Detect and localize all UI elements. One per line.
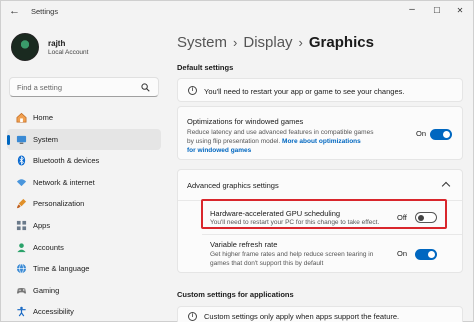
wifi-icon <box>16 179 27 186</box>
sidebar-item-label: Time & language <box>33 264 90 274</box>
bluetooth-icon <box>17 155 26 166</box>
breadcrumb: System › Display › Graphics <box>177 34 374 51</box>
windowed-games-state: On <box>416 129 427 138</box>
breadcrumb-display[interactable]: Display <box>243 34 292 51</box>
sidebar-item-personalization[interactable]: Personalization <box>7 193 161 215</box>
windowed-games-toggle[interactable] <box>430 129 452 140</box>
close-icon[interactable]: ✕ <box>453 6 467 15</box>
vrr-description: Get higher frame rates and help reduce s… <box>210 250 400 268</box>
custom-settings-notice: i Custom settings only apply when apps s… <box>177 306 463 322</box>
windowed-games-card: Optimizations for windowed games Reduce … <box>177 106 463 160</box>
windowed-games-desc-line2: by using flip presentation model. <box>187 138 281 145</box>
sidebar-nav: Home System Bluetooth & devices Network … <box>7 107 161 322</box>
sidebar-item-network[interactable]: Network & internet <box>7 172 161 194</box>
default-settings-heading: Default settings <box>177 63 234 72</box>
maximize-icon[interactable]: ☐ <box>430 6 444 15</box>
more-about-optimizations-link[interactable]: More about optimizations <box>282 138 361 145</box>
highlight-annotation <box>201 199 447 229</box>
custom-settings-notice-text: Custom settings only apply when apps sup… <box>204 312 400 321</box>
search-icon[interactable] <box>141 83 150 92</box>
sidebar-item-label: Gaming <box>33 285 60 295</box>
chevron-up-icon[interactable] <box>441 181 451 191</box>
divider <box>202 234 462 235</box>
sidebar-item-label: Accounts <box>33 242 64 252</box>
sidebar-item-gaming[interactable]: Gaming <box>7 280 161 302</box>
windowed-games-title: Optimizations for windowed games <box>187 117 304 126</box>
brush-icon <box>16 199 27 209</box>
sidebar-item-accounts[interactable]: Accounts <box>7 237 161 259</box>
info-icon: i <box>188 86 197 95</box>
vrr-state: On <box>397 249 408 258</box>
person-icon <box>17 242 26 252</box>
user-name: rajth <box>48 39 66 48</box>
breadcrumb-separator: › <box>298 35 303 50</box>
sidebar-item-bluetooth[interactable]: Bluetooth & devices <box>7 150 161 172</box>
account-type: Local Account <box>48 49 89 56</box>
back-arrow-icon[interactable]: ← <box>9 5 20 17</box>
sidebar-item-label: Apps <box>33 220 51 230</box>
breadcrumb-separator: › <box>233 35 238 50</box>
custom-settings-heading: Custom settings for applications <box>177 290 294 299</box>
search-input[interactable]: Find a setting <box>9 77 159 97</box>
vrr-desc-line1: Get higher frame rates and help reduce s… <box>210 251 374 258</box>
more-about-optimizations-link-cont[interactable]: for windowed games <box>187 147 251 154</box>
sidebar-item-label: Accessibility <box>33 307 74 317</box>
advanced-graphics-heading[interactable]: Advanced graphics settings <box>187 181 279 190</box>
sidebar-item-label: Home <box>33 113 54 122</box>
sidebar-item-system[interactable]: System <box>7 128 161 151</box>
sidebar-item-time-language[interactable]: Time & language <box>7 258 161 280</box>
sidebar-item-label: Personalization <box>33 199 85 209</box>
info-icon: i <box>188 312 197 321</box>
vrr-title: Variable refresh rate <box>210 240 278 249</box>
monitor-icon <box>16 135 27 144</box>
vrr-toggle[interactable] <box>415 249 437 260</box>
windowed-games-description: Reduce latency and use advanced features… <box>187 128 407 155</box>
settings-window: ← Settings – ☐ ✕ rajth Local Account Fin… <box>0 0 474 322</box>
minimize-icon[interactable]: – <box>405 4 419 15</box>
globe-icon <box>16 263 27 274</box>
breadcrumb-system[interactable]: System <box>177 34 227 51</box>
app-title: Settings <box>31 7 59 16</box>
restart-app-notice: i You'll need to restart your app or gam… <box>177 78 463 102</box>
accessibility-icon <box>17 307 26 317</box>
gamepad-icon <box>16 287 27 294</box>
sidebar-item-label: Network & internet <box>33 177 95 187</box>
windowed-games-desc-line1: Reduce latency and use advanced features… <box>187 129 374 136</box>
vrr-desc-line2: games that don't support this by default <box>210 260 324 267</box>
avatar[interactable] <box>11 33 39 61</box>
restart-app-notice-text: You'll need to restart your app or game … <box>204 87 405 96</box>
sidebar-item-home[interactable]: Home <box>7 107 161 129</box>
title-bar: ← Settings – ☐ ✕ <box>1 1 473 21</box>
sidebar-item-label: Bluetooth & devices <box>33 156 100 166</box>
home-icon <box>16 112 27 123</box>
sidebar-item-label: System <box>33 134 59 144</box>
sidebar-item-accessibility[interactable]: Accessibility <box>7 301 161 322</box>
search-placeholder: Find a setting <box>17 83 63 92</box>
apps-icon <box>16 220 27 231</box>
sidebar-item-apps[interactable]: Apps <box>7 215 161 237</box>
page-title: Graphics <box>308 34 374 51</box>
